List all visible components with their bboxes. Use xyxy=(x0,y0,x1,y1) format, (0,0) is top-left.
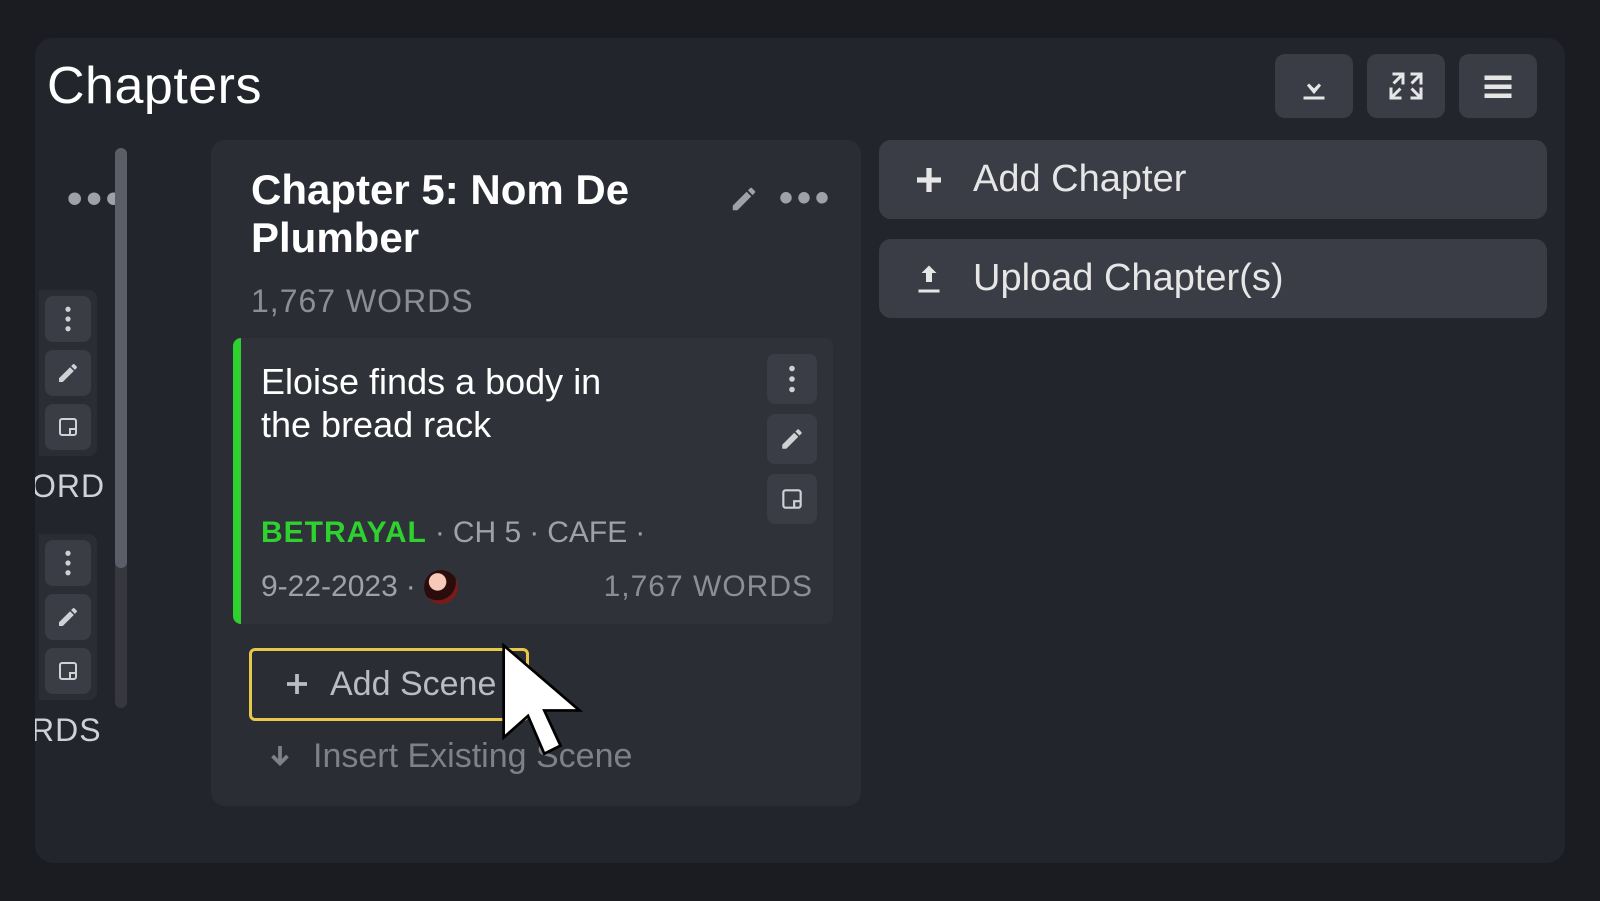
plus-icon xyxy=(282,669,312,699)
scene-tag: BETRAYAL xyxy=(261,516,427,550)
add-chapter-label: Add Chapter xyxy=(973,158,1186,201)
chapter-card: Chapter 5: Nom De Plumber ••• 1,767 WORD… xyxy=(211,140,861,806)
collapse-icon xyxy=(1388,68,1424,104)
scrollbar[interactable] xyxy=(115,148,127,708)
pen-icon xyxy=(779,426,805,452)
insert-existing-label: Insert Existing Scene xyxy=(313,737,632,776)
chapter-word-count: 1,767 WORDS xyxy=(251,283,833,320)
hamburger-icon xyxy=(1480,68,1516,104)
note-button[interactable] xyxy=(45,648,91,694)
upload-chapter-label: Upload Chapter(s) xyxy=(973,257,1283,300)
download-icon xyxy=(1296,68,1332,104)
menu-button[interactable] xyxy=(1459,54,1537,118)
scene-date: 9-22-2023 xyxy=(261,570,398,604)
edit-scene-button[interactable] xyxy=(45,350,91,396)
scene-card[interactable]: Eloise finds a body in the bread rack BE… xyxy=(233,338,833,624)
download-button[interactable] xyxy=(1275,54,1353,118)
plus-icon xyxy=(911,162,947,198)
edit-chapter-button[interactable] xyxy=(729,184,759,219)
pen-icon xyxy=(56,605,80,629)
scene-title: Eloise finds a body in the bread rack xyxy=(261,360,661,446)
page-title: Chapters xyxy=(47,56,262,116)
upload-icon xyxy=(911,261,947,297)
scene-menu-button[interactable] xyxy=(45,296,91,342)
add-scene-button[interactable]: Add Scene xyxy=(249,648,529,721)
scene-chapter-ref: CH 5 xyxy=(453,516,521,550)
scene-menu-button[interactable] xyxy=(45,540,91,586)
scene-menu-button[interactable] xyxy=(767,354,817,404)
word-fragment: RDS xyxy=(35,712,102,749)
chapter-title: Chapter 5: Nom De Plumber xyxy=(251,166,709,263)
add-chapter-button[interactable]: Add Chapter xyxy=(879,140,1547,219)
kebab-icon xyxy=(782,365,802,393)
note-icon xyxy=(56,415,80,439)
scrollbar-thumb[interactable] xyxy=(115,148,127,568)
collapse-button[interactable] xyxy=(1367,54,1445,118)
scene-meta: BETRAYAL · CH 5 · CAFE · 9-22-2023 · 1,7… xyxy=(261,516,813,604)
scene-word-count: 1,767 WORDS xyxy=(604,570,813,604)
add-scene-label: Add Scene xyxy=(330,665,496,704)
scene-location: CAFE xyxy=(547,516,627,550)
note-icon xyxy=(779,486,805,512)
arrow-down-icon xyxy=(265,741,295,771)
header-bar: Chapters xyxy=(35,38,1565,134)
previous-chapter-sliver: ••• ORD xyxy=(39,140,97,806)
sliver-card xyxy=(39,534,97,700)
upload-chapter-button[interactable]: Upload Chapter(s) xyxy=(879,239,1547,318)
insert-existing-scene-button[interactable]: Insert Existing Scene xyxy=(251,737,632,776)
scene-note-button[interactable] xyxy=(767,474,817,524)
note-button[interactable] xyxy=(45,404,91,450)
edit-scene-button[interactable] xyxy=(767,414,817,464)
header-actions xyxy=(1275,54,1537,118)
chapter-more-button[interactable]: ••• xyxy=(779,176,833,221)
pen-icon xyxy=(729,184,759,214)
note-icon xyxy=(56,659,80,683)
sliver-card xyxy=(39,290,97,456)
right-column: Add Chapter Upload Chapter(s) xyxy=(879,140,1547,806)
pen-icon xyxy=(56,361,80,385)
word-fragment: ORD xyxy=(35,468,105,505)
avatar xyxy=(424,570,458,604)
edit-scene-button[interactable] xyxy=(45,594,91,640)
